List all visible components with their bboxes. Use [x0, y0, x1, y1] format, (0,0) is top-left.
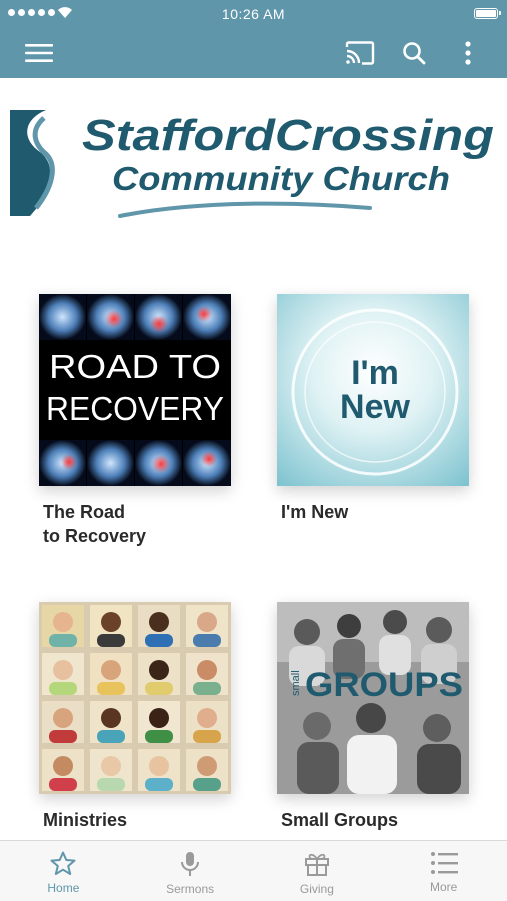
tile-label: Ministries	[43, 810, 128, 830]
search-icon	[403, 42, 426, 65]
tile-label: I'm New	[281, 502, 349, 522]
top-nav-bar	[0, 28, 507, 78]
faces-collage	[42, 605, 228, 791]
small-groups-image: small GROUPS	[277, 602, 469, 794]
im-new-art-line1: I'm	[351, 354, 399, 392]
im-new-image: I'm New	[277, 294, 469, 486]
tab-sermons-label: Sermons	[166, 882, 215, 896]
ministries-image	[39, 602, 231, 794]
logo-line1: StaffordCrossing	[82, 111, 494, 160]
tab-giving-label: Giving	[299, 882, 334, 896]
tile-label: The Road to Recovery	[43, 502, 147, 546]
logo-line2: Community Church	[112, 160, 450, 197]
tile-im-new[interactable]: I'm New I'm New	[277, 294, 469, 524]
battery-icon	[474, 8, 501, 19]
tab-more[interactable]: More	[380, 841, 507, 901]
tab-more-label: More	[429, 880, 458, 894]
road-to-recovery-image: ROAD TO RECOVERY	[39, 294, 231, 486]
microphone-icon	[181, 852, 200, 876]
more-vertical-icon	[465, 41, 471, 65]
groups-art-small: small	[290, 670, 302, 696]
tile-label: Small Groups	[281, 810, 399, 830]
church-logo: StaffordCrossing Community Church	[10, 110, 494, 218]
status-bar: 10:26 AM	[0, 0, 507, 28]
overflow-menu-button[interactable]	[451, 36, 485, 70]
bottom-tab-bar: Home Sermons Giving More	[0, 840, 507, 901]
groups-art-title: GROUPS	[305, 666, 463, 704]
cast-button[interactable]	[343, 36, 377, 70]
tab-giving[interactable]: Giving	[254, 841, 381, 901]
gift-icon	[304, 853, 329, 876]
tab-home[interactable]: Home	[0, 841, 127, 901]
search-button[interactable]	[397, 36, 431, 70]
road-art-line1: ROAD TO	[49, 348, 221, 385]
im-new-art-line2: New	[340, 388, 410, 426]
tab-sermons[interactable]: Sermons	[127, 841, 254, 901]
tab-home-label: Home	[47, 881, 80, 895]
star-icon	[50, 851, 76, 875]
tile-small-groups[interactable]: small GROUPS Small Groups	[277, 602, 469, 832]
hamburger-icon	[25, 44, 53, 62]
cast-icon	[345, 41, 375, 65]
menu-button[interactable]	[22, 36, 56, 70]
list-icon	[430, 852, 458, 874]
status-time: 10:26 AM	[221, 6, 286, 22]
tile-road-to-recovery[interactable]: ROAD TO RECOVERY The Road to Recovery	[39, 294, 231, 548]
tile-ministries[interactable]: Ministries	[39, 602, 231, 832]
road-art-line2: RECOVERY	[46, 390, 224, 427]
